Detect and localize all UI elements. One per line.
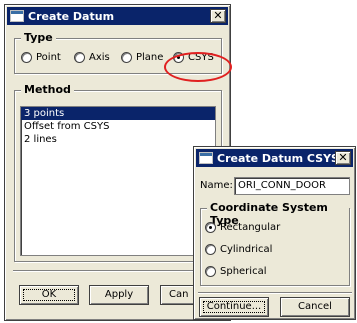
method-item-2-lines[interactable]: 2 lines [21, 133, 215, 146]
coord-radio-rectangular-label: Rectangular [220, 222, 281, 233]
type-radio-point[interactable]: Point [21, 52, 61, 63]
type-radio-point-label: Point [36, 52, 61, 63]
radio-checked-icon [173, 52, 184, 63]
coord-radio-spherical-label: Spherical [220, 266, 267, 277]
coord-radio-rectangular[interactable]: Rectangular [205, 222, 280, 233]
type-radio-csys-label: CSYS [188, 52, 214, 63]
name-field[interactable]: ORI_CONN_DOOR [234, 177, 350, 195]
radio-circle-icon [205, 266, 216, 277]
window-icon [10, 10, 24, 22]
radio-checked-icon [205, 222, 216, 233]
type-radio-axis[interactable]: Axis [74, 52, 110, 63]
method-item-3-points[interactable]: 3 points [21, 107, 215, 120]
window-icon [199, 152, 213, 164]
radio-circle-icon [21, 52, 32, 63]
method-group-label: Method [21, 83, 74, 96]
method-group: Method 3 points Offset from CSYS 2 lines [14, 83, 222, 262]
method-list[interactable]: 3 points Offset from CSYS 2 lines [20, 106, 216, 256]
button-separator [198, 292, 352, 294]
type-radio-plane[interactable]: Plane [121, 52, 163, 63]
method-item-offset-from-csys[interactable]: Offset from CSYS [21, 120, 215, 133]
coord-radio-cylindrical[interactable]: Cylindrical [205, 244, 272, 255]
type-radio-csys[interactable]: CSYS [173, 52, 214, 63]
apply-button[interactable]: Apply [89, 285, 149, 305]
create-datum-csys-title: Create Datum CSYS [217, 151, 339, 165]
radio-circle-icon [74, 52, 85, 63]
radio-circle-icon [121, 52, 132, 63]
close-icon[interactable]: ✕ [335, 151, 351, 165]
close-icon[interactable]: ✕ [210, 9, 226, 23]
create-datum-titlebar[interactable]: Create Datum ✕ [7, 7, 228, 25]
radio-circle-icon [205, 244, 216, 255]
button-separator [13, 270, 223, 272]
name-label: Name: [200, 180, 233, 191]
create-datum-csys-titlebar[interactable]: Create Datum CSYS ✕ [196, 149, 353, 167]
coord-system-type-group: Coordinate System Type Rectangular Cylin… [200, 201, 350, 286]
csys-cancel-button[interactable]: Cancel [280, 297, 350, 317]
coord-radio-cylindrical-label: Cylindrical [220, 244, 273, 255]
create-datum-title: Create Datum [28, 9, 115, 23]
type-radio-plane-label: Plane [136, 52, 164, 63]
coord-radio-spherical[interactable]: Spherical [205, 266, 266, 277]
type-group-label: Type [21, 31, 56, 44]
type-group: Type Point Axis Plane CSYS [14, 31, 222, 74]
type-radio-axis-label: Axis [89, 52, 110, 63]
ok-button[interactable]: OK [19, 285, 79, 305]
continue-button[interactable]: Continue... [199, 297, 269, 317]
create-datum-csys-dialog: Create Datum CSYS ✕ Name: ORI_CONN_DOOR … [193, 146, 356, 320]
